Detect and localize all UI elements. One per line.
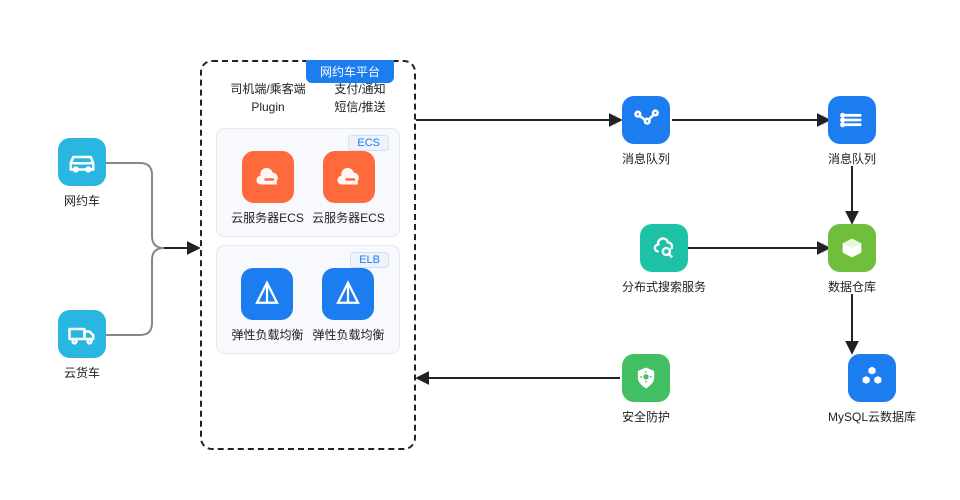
ecs-badge: ECS	[348, 135, 389, 151]
queue-icon	[828, 96, 876, 144]
elb-badge: ELB	[350, 252, 389, 268]
node-shield: 安全防护	[622, 354, 670, 425]
node-db: 数据仓库	[828, 224, 876, 295]
ecs-node-a-label: 云服务器ECS	[231, 209, 304, 226]
elb-node-b: 弹性负载均衡	[312, 268, 384, 343]
connector-layer	[0, 0, 960, 500]
node-kafka-label: 消息队列	[622, 150, 670, 167]
shield-gear-icon	[622, 354, 670, 402]
message-stream-icon	[622, 96, 670, 144]
ecs-node-b: 云服务器ECS	[312, 151, 385, 226]
node-car-label: 网约车	[64, 192, 100, 209]
cluster-top-left: 司机端/乘客端 Plugin	[230, 80, 305, 116]
ecs-card: ECS 云服务器ECS 云服务器ECS	[216, 128, 400, 237]
node-queue-label: 消息队列	[828, 150, 876, 167]
node-mysql-cluster-label: MySQL云数据库	[828, 408, 916, 425]
node-queue: 消息队列	[828, 96, 876, 167]
node-truck: 云货车	[58, 310, 106, 381]
hex-cluster-icon	[848, 354, 896, 402]
node-db-label: 数据仓库	[828, 278, 876, 295]
node-search-label: 分布式搜索服务	[622, 278, 706, 295]
ecs-node-b-label: 云服务器ECS	[312, 209, 385, 226]
truck-icon	[58, 310, 106, 358]
database-icon	[828, 224, 876, 272]
cloud-server-icon	[323, 151, 375, 203]
elb-card: ELB 弹性负载均衡 弹性负载均衡	[216, 245, 400, 354]
cluster-top-right: 支付/通知 短信/推送	[334, 80, 385, 116]
node-kafka: 消息队列	[622, 96, 670, 167]
elb-node-a-label: 弹性负载均衡	[231, 326, 303, 343]
ecs-node-a: 云服务器ECS	[231, 151, 304, 226]
elb-node-b-label: 弹性负载均衡	[312, 326, 384, 343]
architecture-diagram: 网约车 云货车 网约车平台 司机端/乘客端 Plugin 支付/通知 短信/推送…	[0, 0, 960, 500]
node-shield-label: 安全防护	[622, 408, 670, 425]
cloud-server-icon	[242, 151, 294, 203]
load-balancer-icon	[241, 268, 293, 320]
cloud-search-icon	[640, 224, 688, 272]
cluster-title-tab: 网约车平台	[306, 60, 394, 83]
node-mysql-cluster: MySQL云数据库	[828, 354, 916, 425]
node-car: 网约车	[58, 138, 106, 209]
elb-node-a: 弹性负载均衡	[231, 268, 303, 343]
node-search: 分布式搜索服务	[622, 224, 706, 295]
node-truck-label: 云货车	[64, 364, 100, 381]
load-balancer-icon	[322, 268, 374, 320]
main-cluster: 网约车平台 司机端/乘客端 Plugin 支付/通知 短信/推送 ECS 云服务…	[200, 60, 416, 450]
car-icon	[58, 138, 106, 186]
